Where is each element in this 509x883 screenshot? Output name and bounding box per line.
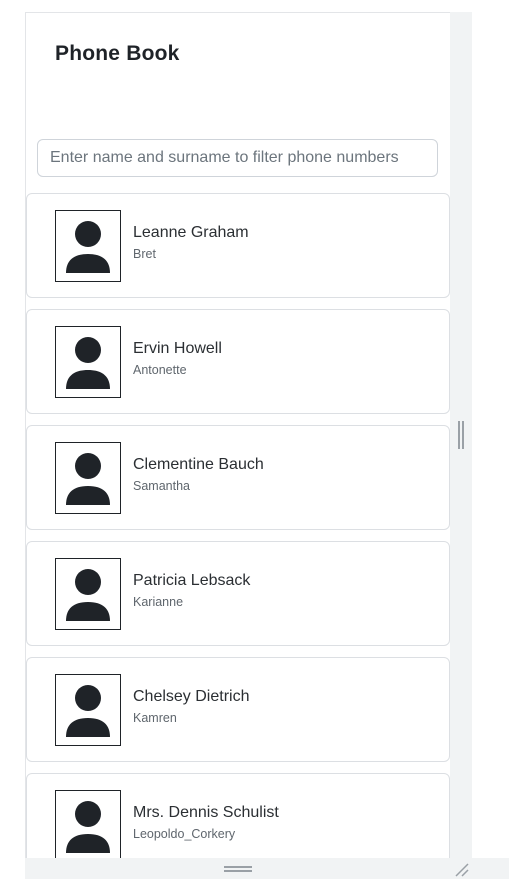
contact-card[interactable]: Mrs. Dennis Schulist Leopoldo_Corkery (26, 773, 450, 858)
contact-card[interactable]: Leanne Graham Bret (26, 193, 450, 298)
contact-card[interactable]: Chelsey Dietrich Kamren (26, 657, 450, 762)
search-input[interactable] (37, 139, 438, 177)
window-frame: Phone Book Leanne Graham Bret (0, 0, 509, 879)
page-title: Phone Book (55, 42, 180, 65)
contact-card[interactable]: Clementine Bauch Samantha (26, 425, 450, 530)
contact-card[interactable]: Patricia Lebsack Karianne (26, 541, 450, 646)
contact-card[interactable]: Ervin Howell Antonette (26, 309, 450, 414)
person-icon (55, 210, 121, 282)
contact-name: Patricia Lebsack (133, 572, 251, 589)
person-icon (55, 442, 121, 514)
contact-name: Leanne Graham (133, 224, 249, 241)
phone-book-app: Phone Book Leanne Graham Bret (25, 12, 450, 858)
contact-username: Karianne (133, 595, 184, 609)
contact-username: Bret (133, 247, 156, 261)
horizontal-drag-handle[interactable] (224, 866, 252, 872)
contact-username: Kamren (133, 711, 177, 725)
contact-username: Antonette (133, 363, 187, 377)
contact-list: Leanne Graham Bret Ervin Howell Antonett… (26, 193, 450, 858)
person-icon (55, 326, 121, 398)
contact-name: Ervin Howell (133, 340, 222, 357)
contact-name: Clementine Bauch (133, 456, 264, 473)
contact-username: Leopoldo_Corkery (133, 827, 236, 841)
vertical-drag-handle[interactable] (458, 421, 464, 449)
contact-username: Samantha (133, 479, 190, 493)
horizontal-resize-rail (25, 858, 509, 879)
resize-grip-icon[interactable] (452, 860, 470, 878)
contact-name: Chelsey Dietrich (133, 688, 250, 705)
contact-name: Mrs. Dennis Schulist (133, 804, 279, 821)
person-icon (55, 674, 121, 746)
person-icon (55, 790, 121, 858)
person-icon (55, 558, 121, 630)
